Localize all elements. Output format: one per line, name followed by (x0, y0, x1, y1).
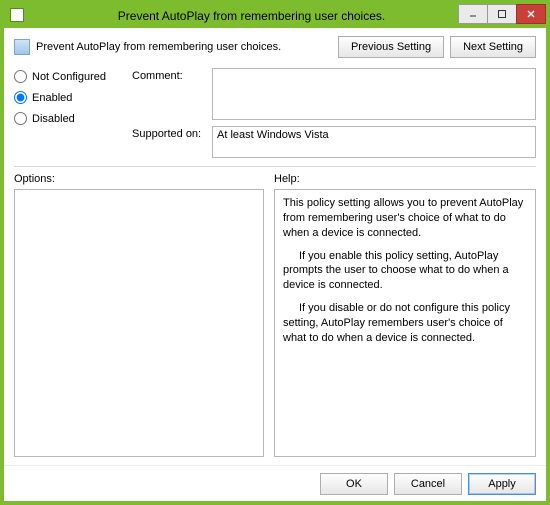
comment-label: Comment: (132, 68, 212, 82)
help-panel: This policy setting allows you to preven… (274, 189, 536, 457)
ok-button[interactable]: OK (320, 473, 388, 495)
options-panel (14, 189, 264, 457)
radio-enabled-label: Enabled (32, 92, 72, 104)
gp-editor-window: Prevent AutoPlay from remembering user c… (0, 0, 550, 505)
content-area: Prevent AutoPlay from remembering user c… (4, 28, 546, 465)
supported-on-value: At least Windows Vista (212, 126, 536, 158)
help-paragraph-1: This policy setting allows you to preven… (283, 196, 527, 241)
options-label: Options: (14, 173, 264, 185)
button-bar: OK Cancel Apply (4, 465, 546, 501)
policy-icon (14, 39, 30, 55)
radio-disabled-label: Disabled (32, 113, 75, 125)
supported-on-text: At least Windows Vista (217, 129, 329, 141)
separator (14, 166, 536, 167)
state-radio-group: Not Configured Enabled Disabled (14, 68, 124, 158)
window-title: Prevent AutoPlay from remembering user c… (4, 9, 459, 23)
titlebar: Prevent AutoPlay from remembering user c… (4, 4, 546, 28)
radio-disabled-input[interactable] (14, 112, 27, 125)
window-icon (10, 8, 24, 22)
radio-not-configured-label: Not Configured (32, 71, 106, 83)
policy-header: Prevent AutoPlay from remembering user c… (14, 36, 536, 58)
caption-buttons (459, 4, 546, 24)
radio-not-configured-input[interactable] (14, 70, 27, 83)
help-paragraph-2: If you enable this policy setting, AutoP… (283, 249, 527, 294)
help-paragraph-3: If you disable or do not configure this … (283, 301, 527, 346)
cancel-button[interactable]: Cancel (394, 473, 462, 495)
supported-on-label: Supported on: (132, 126, 212, 140)
apply-button[interactable]: Apply (468, 473, 536, 495)
policy-name: Prevent AutoPlay from remembering user c… (36, 41, 312, 53)
previous-setting-button[interactable]: Previous Setting (338, 36, 444, 58)
help-label: Help: (274, 173, 300, 185)
maximize-button[interactable] (487, 4, 517, 24)
comment-input[interactable] (212, 68, 536, 120)
close-button[interactable] (516, 4, 546, 24)
radio-enabled-input[interactable] (14, 91, 27, 104)
radio-enabled[interactable]: Enabled (14, 91, 124, 104)
minimize-button[interactable] (458, 4, 488, 24)
radio-not-configured[interactable]: Not Configured (14, 70, 124, 83)
next-setting-button[interactable]: Next Setting (450, 36, 536, 58)
radio-disabled[interactable]: Disabled (14, 112, 124, 125)
